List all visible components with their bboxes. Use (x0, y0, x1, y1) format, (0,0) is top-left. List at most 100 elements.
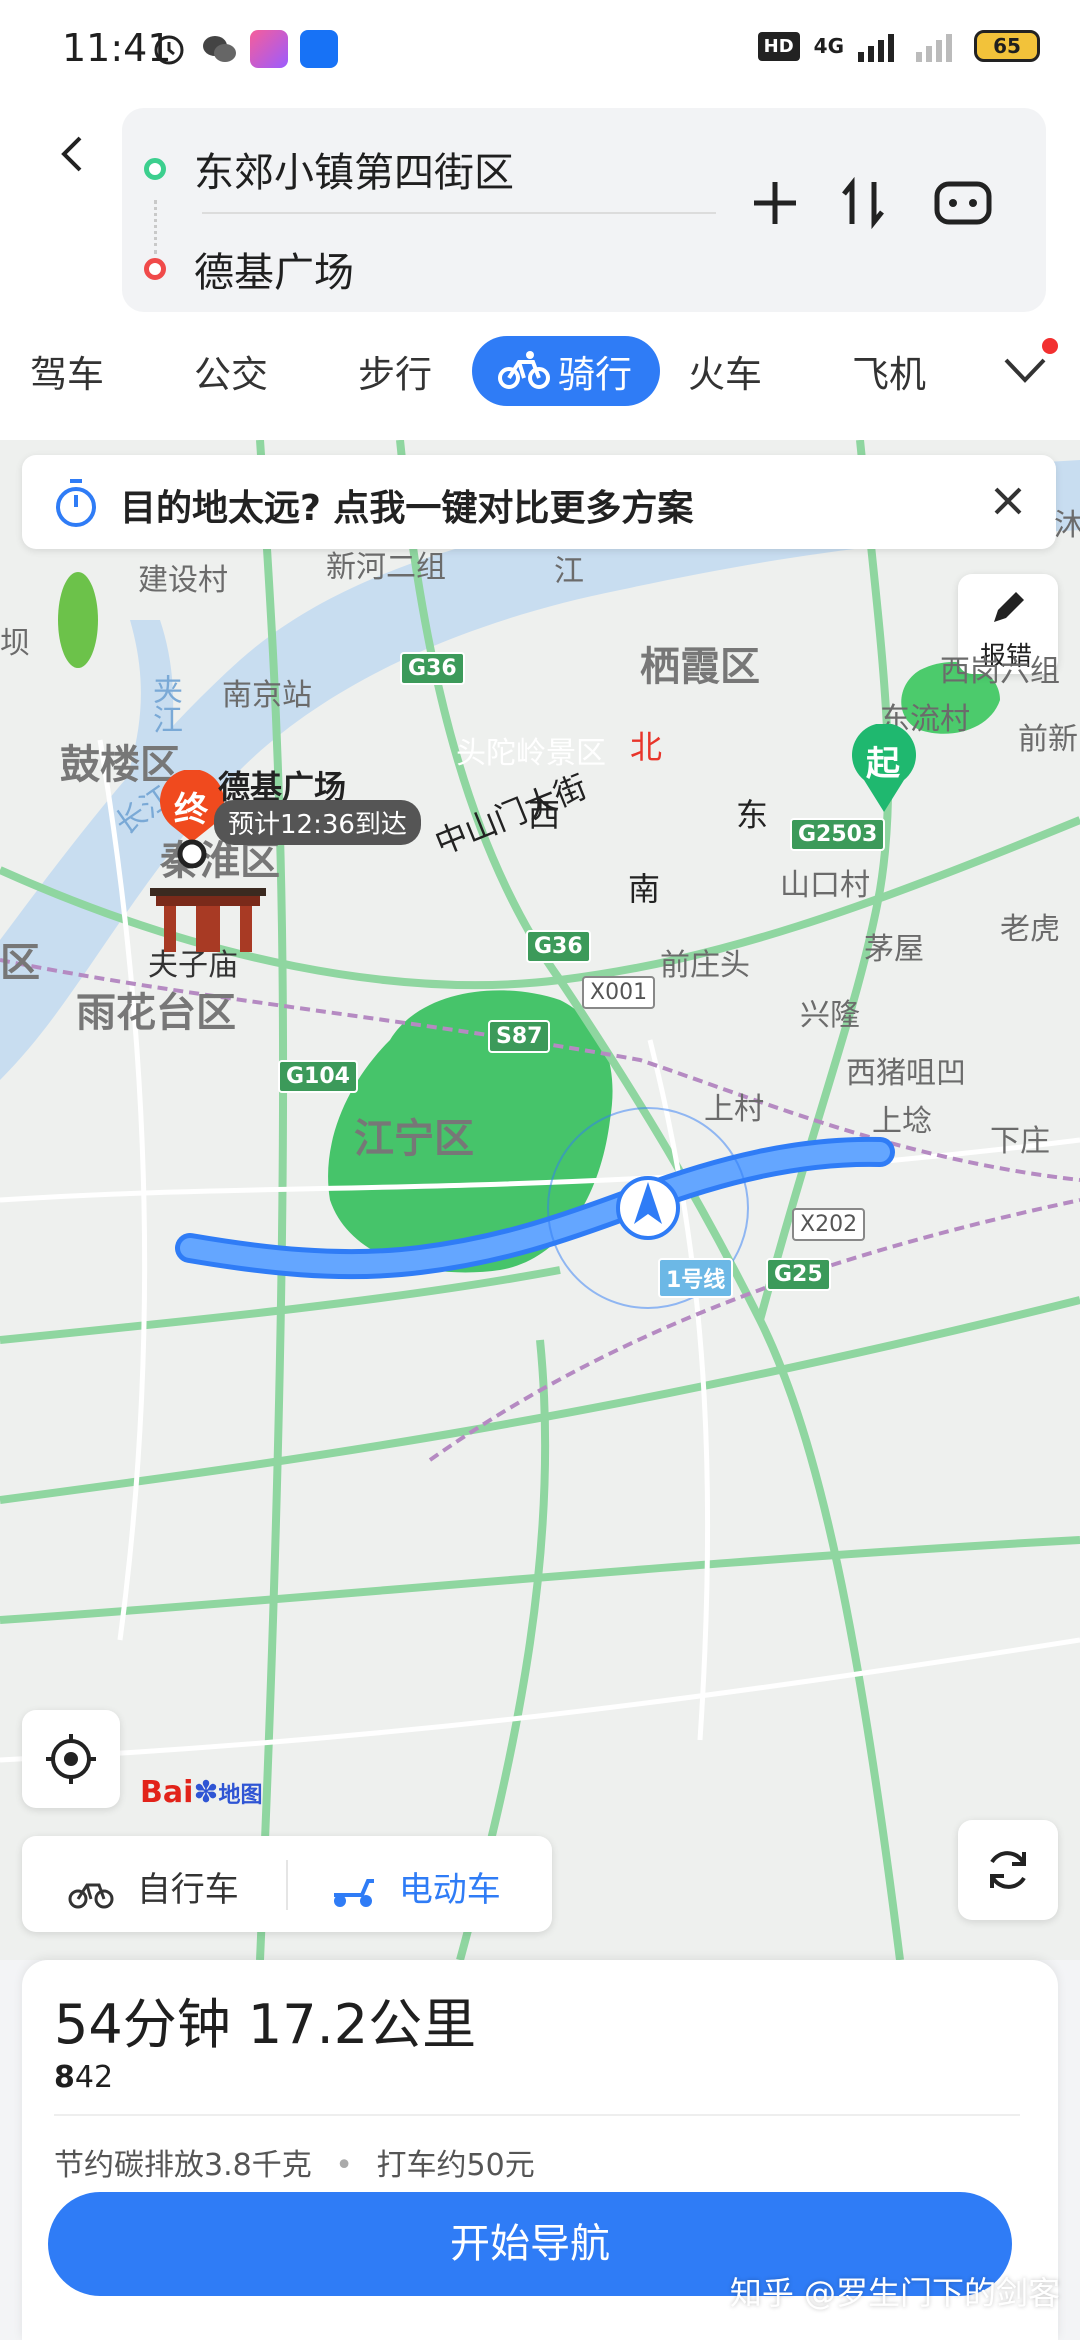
battery-indicator: 65 (974, 30, 1040, 62)
district-label: 雨花台区 (76, 990, 236, 1036)
map-background (0, 440, 1080, 1960)
map-label: 南京站 (222, 678, 312, 713)
map-label: 建设村 (138, 563, 228, 598)
road-shield: G36 (400, 652, 465, 685)
traffic-lights-value: 42 (74, 2060, 114, 2095)
temple-landmark-icon (150, 884, 266, 954)
taxi-estimate: 打车约50元 (376, 2148, 535, 2183)
more-options-button[interactable] (928, 168, 998, 238)
refresh-route-button[interactable] (958, 1820, 1058, 1920)
map-label: 前庄头 (660, 948, 750, 983)
route-info: 节约碳排放3.8千克 • 打车约50元 (54, 2140, 535, 2184)
stopwatch-icon (56, 479, 96, 527)
option-ebike-label: 电动车 (398, 1870, 501, 1910)
add-waypoint-button[interactable] (740, 168, 810, 238)
alarm-icon (150, 30, 188, 68)
map-label: 兴隆 (800, 998, 860, 1033)
map-label: 沐 (1054, 508, 1080, 543)
back-arrow-icon[interactable] (50, 130, 98, 178)
map-label: 坝 (0, 626, 30, 661)
district-label: 江宁区 (354, 1116, 474, 1162)
map-label: 西岗六组 (940, 654, 1060, 689)
swap-button[interactable] (828, 168, 898, 238)
end-badge-label: 终 (174, 790, 208, 830)
wechat-icon (200, 30, 238, 68)
baidu-logo-text: Bai (140, 1775, 194, 1810)
map-label: 上村 (704, 1092, 764, 1127)
crosshair-icon (46, 1734, 96, 1784)
option-bicycle-label: 自行车 (136, 1870, 239, 1910)
map-label: 江 (554, 554, 584, 589)
tab-drive[interactable]: 驾车 (30, 344, 104, 398)
option-ebike[interactable]: 电动车 (330, 1862, 501, 1911)
traffic-light-icon: 8 (54, 2060, 75, 2095)
compass-west: 西 (528, 796, 561, 834)
tab-walk[interactable]: 步行 (358, 344, 432, 398)
compass-south: 南 (628, 870, 661, 908)
route-inputs: 东郊小镇第四街区 德基广场 (122, 108, 1046, 312)
plus-icon (754, 182, 796, 224)
divider (54, 2114, 1020, 2116)
locate-button[interactable] (22, 1710, 120, 1808)
map-label: 老虎 (1000, 912, 1060, 947)
road-shield: S87 (488, 1020, 551, 1053)
start-point-field[interactable]: 东郊小镇第四街区 (144, 140, 514, 198)
district-label: 栖霞区 (640, 644, 760, 690)
hd-badge: HD (757, 31, 800, 61)
divider (286, 1860, 288, 1910)
bicycle-icon (68, 1883, 114, 1908)
district-label: 区 (0, 940, 40, 986)
end-point-field[interactable]: 德基广场 (144, 240, 354, 298)
tab-train[interactable]: 火车 (688, 344, 762, 398)
edit-icon (994, 592, 1024, 622)
zhihu-icon (300, 30, 338, 68)
map-label: 头陀岭景区 (456, 736, 606, 771)
end-dot-icon (144, 258, 166, 280)
chevron-down-icon[interactable] (1000, 352, 1050, 388)
option-bicycle[interactable]: 自行车 (68, 1862, 239, 1911)
road-shield: X202 (792, 1208, 866, 1241)
road-shield: G2503 (790, 818, 886, 851)
map-label: 前新 (1018, 722, 1078, 757)
compass-north: 北 (630, 728, 663, 766)
bicycle-icon (498, 351, 550, 389)
traffic-lights-count: 842 (54, 2060, 113, 2095)
baidu-logo-map-text: 地图 (218, 1783, 263, 1808)
refresh-icon (990, 1851, 1026, 1889)
map-label: 山口村 (780, 868, 870, 903)
road-shield: X001 (582, 976, 656, 1009)
signal-icon (858, 34, 894, 62)
close-icon[interactable] (990, 483, 1026, 519)
vehicle-type-selector: 自行车 电动车 (22, 1836, 552, 1932)
route-header: 东郊小镇第四街区 德基广场 驾车 公交 步行 骑行 火车 飞机 (0, 100, 1080, 440)
network-label: 4G (813, 34, 844, 58)
tab-cycling-label: 骑行 (558, 353, 632, 396)
separator-dot: • (335, 2148, 353, 2183)
tab-transit[interactable]: 公交 (194, 344, 268, 398)
end-point-label: 德基广场 (194, 250, 354, 296)
divider (202, 212, 716, 214)
paw-icon: ✽ (193, 1775, 219, 1810)
notification-dot (1042, 338, 1058, 354)
map-label: 西猪咀凹 (846, 1056, 966, 1091)
start-dot-icon (144, 158, 166, 180)
duration-distance: 54分钟 17.2公里 (54, 1993, 477, 2056)
start-marker[interactable]: 起 (848, 723, 920, 814)
tab-flight[interactable]: 飞机 (852, 344, 926, 398)
map-label: 新河二组 (326, 550, 446, 585)
map-view[interactable]: 目的地太远? 点我一键对比更多方案 报错 建设村 新河二组 江 夹江 长江 栖霞… (0, 440, 1080, 1960)
map-label: 茅屋 (864, 932, 924, 967)
start-point-label: 东郊小镇第四街区 (194, 150, 514, 196)
eta-label: 预计12:36到达 (214, 800, 421, 845)
banner-text: 目的地太远? 点我一键对比更多方案 (120, 488, 694, 529)
scooter-icon (334, 1878, 374, 1907)
travel-mode-tabs: 驾车 公交 步行 骑行 火车 飞机 (0, 330, 1080, 420)
map-label: 夹江 (147, 674, 182, 734)
road-shield: G36 (526, 930, 591, 963)
map-label: 上埝 (872, 1104, 932, 1139)
metro-line-label: 1号线 (658, 1258, 734, 1298)
tab-cycling[interactable]: 骑行 (472, 336, 660, 406)
app-icon (250, 30, 288, 68)
carbon-saving: 节约碳排放3.8千克 (54, 2148, 312, 2183)
compare-plans-banner[interactable]: 目的地太远? 点我一键对比更多方案 (22, 455, 1056, 549)
